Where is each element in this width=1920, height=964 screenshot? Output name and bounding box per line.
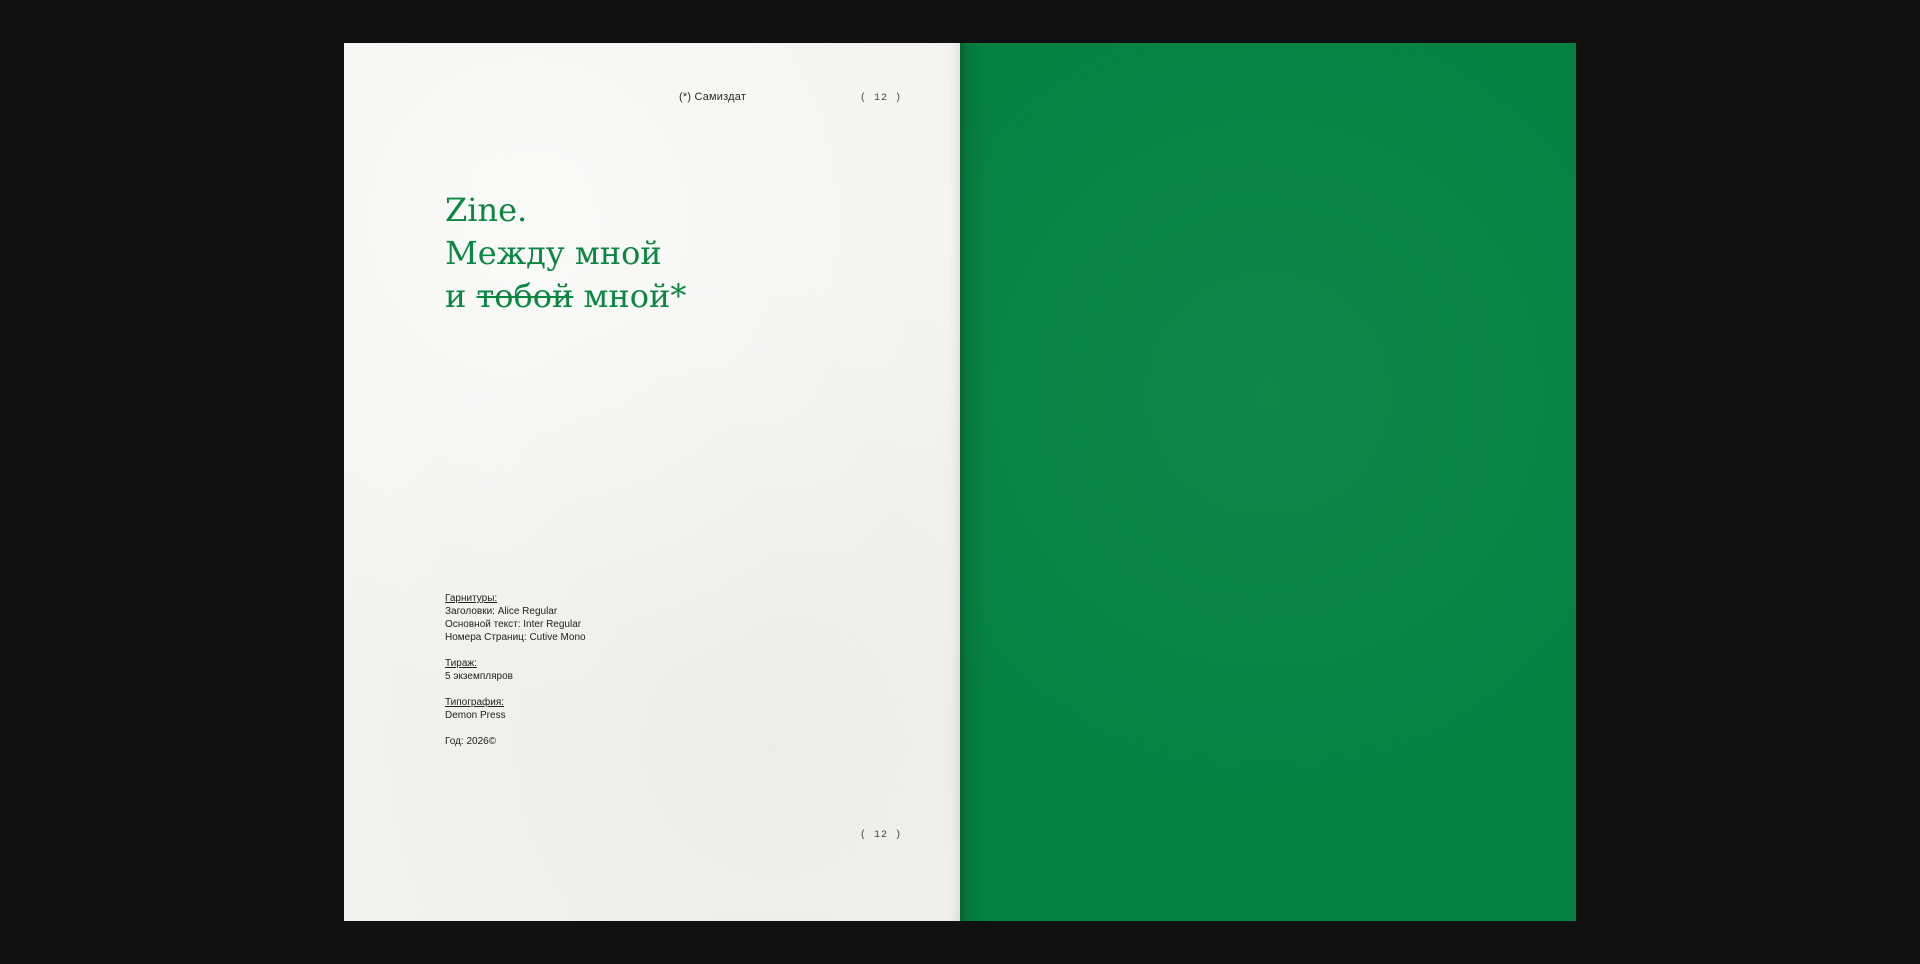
typeface-headings: Заголовки: Alice Regular: [445, 606, 558, 617]
printer-value: Demon Press: [445, 710, 506, 721]
right-page-green: [960, 43, 1576, 921]
title-struck-word: тобой: [476, 277, 574, 315]
printer-block: Типография: Demon Press: [445, 696, 586, 722]
left-page: (*) Самиздат ( 12 ) Zine. Между мной и т…: [344, 43, 960, 921]
typeface-page-numbers: Номера Страниц: Cutive Mono: [445, 632, 586, 643]
year-value: Год: 2026©: [445, 736, 497, 747]
title-line-3-prefix: и: [445, 277, 467, 315]
title-line-3: и тобой мной*: [445, 275, 686, 318]
colophon: Гарнитуры: Заголовки: Alice Regular Осно…: [445, 592, 586, 761]
typefaces-block: Гарнитуры: Заголовки: Alice Regular Осно…: [445, 592, 586, 644]
page-number-bottom: ( 12 ): [860, 830, 903, 841]
edition-block: Тираж: 5 экземпляров: [445, 657, 586, 683]
page-title: Zine. Между мной и тобой мной*: [445, 189, 686, 318]
typefaces-label: Гарнитуры:: [445, 593, 498, 604]
page-number-top: ( 12 ): [860, 93, 903, 104]
title-line-2: Между мной: [445, 234, 662, 272]
running-header: (*) Самиздат: [679, 91, 747, 103]
title-line-3-suffix: мной*: [583, 277, 687, 315]
edition-label: Тираж:: [445, 658, 477, 669]
typeface-body: Основной текст: Inter Regular: [445, 619, 582, 630]
printer-label: Типография:: [445, 697, 505, 708]
edition-value: 5 экземпляров: [445, 671, 513, 682]
zine-spread: (*) Самиздат ( 12 ) Zine. Между мной и т…: [344, 43, 1576, 921]
title-line-1: Zine.: [445, 191, 528, 229]
year-block: Год: 2026©: [445, 735, 586, 748]
